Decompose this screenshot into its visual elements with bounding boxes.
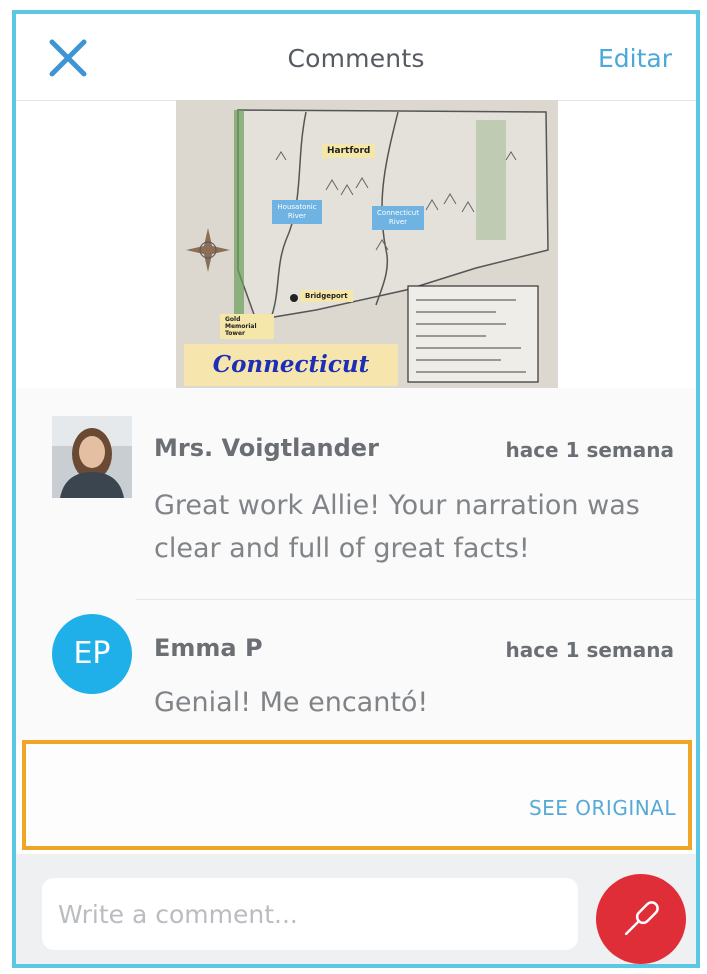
map-label-hartford: Hartford [322,144,376,158]
map-label-river-west: Housatonic River [272,200,322,224]
comment-composer [16,854,696,964]
app-frame: Comments Editar Hartford Housatonic Rive… [12,10,700,968]
microphone-icon [624,901,659,936]
comment-timestamp: hace 1 semana [505,638,674,662]
edit-button[interactable]: Editar [598,44,672,73]
comment-text: Great work Allie! Your narration was cle… [154,490,640,564]
map-label-bridgeport: Bridgeport [300,290,353,302]
page-title: Comments [287,44,425,73]
avatar[interactable]: EP [52,614,132,694]
comment-input[interactable] [42,878,578,950]
comment-timestamp: hace 1 semana [505,438,674,462]
avatar[interactable] [52,416,132,498]
map-caption: Connecticut [184,344,398,386]
comment-text: Genial! Me encantó! [154,687,429,718]
translation-panel: SEE ORIGINAL [22,740,692,850]
project-image[interactable]: Hartford Housatonic River Connecticut Ri… [176,100,558,388]
microphone-button[interactable] [596,874,686,964]
teacher-photo [52,416,132,498]
map-label-gold-star: Gold Memorial Tower [220,314,274,339]
comment-list: Mrs. Voigtlander hace 1 semana Great wor… [16,388,696,740]
see-original-button[interactable]: SEE ORIGINAL [529,796,676,820]
comment-divider [136,599,696,600]
comment-author: Mrs. Voigtlander [154,434,379,462]
map-label-river-east: Connecticut River [372,206,424,230]
header-bar: Comments Editar [16,14,696,101]
comment-author: Emma P [154,634,263,662]
